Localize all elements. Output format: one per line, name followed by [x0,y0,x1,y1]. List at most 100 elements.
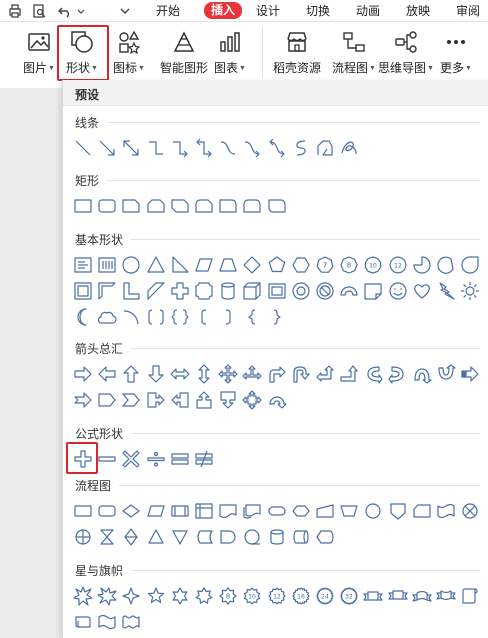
shape-offpage[interactable] [388,501,408,521]
shape-plaque[interactable] [194,281,214,301]
shape-ribbon-down[interactable] [387,586,408,606]
tab-4[interactable]: 动画 [356,3,380,19]
tab-2[interactable]: 设计 [256,3,280,19]
shape-arrow-curved-r[interactable] [363,364,383,384]
shape-arrow-ud[interactable] [194,364,214,384]
shape-extract[interactable] [146,527,166,547]
shape-seq-storage[interactable] [242,527,262,547]
shape-arrow-uturn[interactable] [291,364,311,384]
tab-3[interactable]: 切换 [306,3,330,19]
flowchart-button[interactable]: 流程图▼ [332,28,376,82]
shape-merge[interactable] [170,527,190,547]
shape-arrow-down[interactable] [146,364,166,384]
shape-predefined[interactable] [170,501,190,521]
shape-stored-data[interactable] [194,527,214,547]
shape-half-frame[interactable] [97,281,117,301]
shape-callout-up[interactable] [194,390,214,410]
shape-or[interactable] [73,527,93,547]
shape-cloud[interactable] [97,307,117,327]
shape-curve[interactable] [218,138,238,158]
shape-chord[interactable] [436,255,456,275]
shape-round-two[interactable] [242,196,262,216]
shape-double-bracket[interactable] [146,307,166,327]
shape-curved-ribbon-down[interactable] [436,586,456,606]
shape-manual-input[interactable] [315,501,335,521]
shape-manual-op[interactable] [339,501,359,521]
shape-equal[interactable] [170,449,190,469]
shape-multidoc[interactable] [242,501,262,521]
shape-lightning[interactable] [436,281,456,301]
shape-snip-two[interactable] [146,196,166,216]
shape-can[interactable] [218,281,238,301]
shape-star8[interactable]: 8 [218,586,238,606]
shape-heptagon[interactable]: 7 [315,255,335,275]
shape-arrow-up[interactable] [121,364,141,384]
shape-star6[interactable] [170,586,190,606]
shape-punched-card[interactable] [412,501,432,521]
shape-explosion2[interactable] [97,586,117,606]
shape-arc[interactable] [121,307,141,327]
shape-explosion1[interactable] [73,586,93,606]
shape-decision[interactable] [121,501,141,521]
shape-scribble[interactable] [339,138,359,158]
tab-1[interactable]: 插入 [204,2,243,19]
shape-magnetic-disk[interactable] [267,527,287,547]
shape-octagon[interactable]: 8 [339,255,359,275]
shape-diag-stripe[interactable] [146,281,166,301]
shape-circular-arrow[interactable] [267,390,287,410]
shape-chevron[interactable] [121,390,141,410]
icons-button[interactable]: 图标▼ [112,28,146,82]
shape-cube[interactable] [242,281,262,301]
shape-display[interactable] [315,527,335,547]
shape-curve-arrow[interactable] [242,138,262,158]
shape-ellipse[interactable] [121,255,141,275]
shape-round-diag[interactable] [267,196,287,216]
shape-alt-process[interactable] [97,501,117,521]
shape-smiley[interactable] [388,281,408,301]
shape-delay[interactable] [218,527,238,547]
shape-arrow-notched[interactable] [73,390,93,410]
shape-cross[interactable] [170,281,190,301]
shape-arrow-bent[interactable] [267,364,287,384]
shape-vtextbox[interactable] [97,255,117,275]
shape-left-bracket[interactable] [194,307,214,327]
shape-connector[interactable] [363,501,383,521]
shape-left-brace[interactable] [242,307,262,327]
shape-pie[interactable] [412,255,432,275]
shape-moon[interactable] [73,307,93,327]
shape-star4[interactable] [121,586,141,606]
tab-0[interactable]: 开始 [156,3,180,19]
smartart-button[interactable]: 智能图形 [158,28,210,82]
picture-button[interactable]: 图片▼ [22,28,56,82]
shape-curved-ribbon-up[interactable] [412,586,432,606]
shape-arrow-lr[interactable] [170,364,190,384]
shape-arrow-leftup[interactable] [315,364,335,384]
shape-arrow-curved-u[interactable] [412,364,432,384]
shape-star12[interactable]: 12 [267,586,287,606]
shape-star32[interactable]: 32 [339,586,359,606]
print-icon[interactable] [6,2,24,20]
chart-button[interactable]: 图表▼ [214,28,246,82]
shape-star16[interactable]: 16 [291,586,311,606]
shape-arrow-curved-d[interactable] [436,364,456,384]
shape-arrow[interactable] [97,138,117,158]
shape-callout-right[interactable] [146,390,166,410]
shape-document[interactable] [218,501,238,521]
shape-scroll-v[interactable] [460,586,480,606]
shape-arrow-right[interactable] [73,364,93,384]
shape-minus[interactable] [97,449,117,469]
shape-direct-storage[interactable] [291,527,311,547]
shape-teardrop[interactable] [460,255,480,275]
shape-punched-tape[interactable] [436,501,456,521]
shape-summing[interactable] [460,501,480,521]
shape-elbow-arrow[interactable] [170,138,190,158]
shape-double-wave[interactable] [121,612,141,632]
shape-star5[interactable] [146,586,166,606]
shape-frame[interactable] [73,281,93,301]
shape-collate[interactable] [97,527,117,547]
shape-callout-quad[interactable] [242,390,262,410]
shape-donut[interactable] [291,281,311,301]
shape-parallelogram[interactable] [194,255,214,275]
shape-arrow-bentup[interactable] [339,364,359,384]
shape-rect[interactable] [73,196,93,216]
